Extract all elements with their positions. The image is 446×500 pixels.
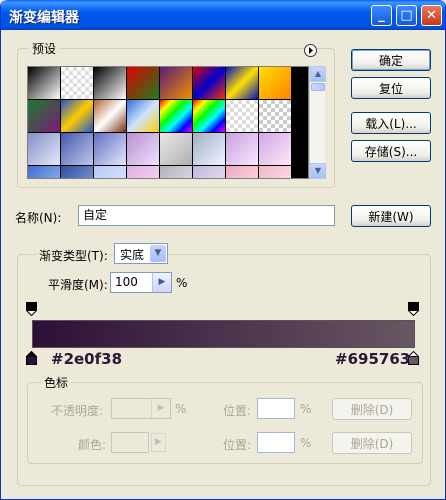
maximize-button[interactable]: □	[396, 5, 417, 26]
preset-swatch[interactable]	[127, 100, 159, 132]
opacity-unit: %	[175, 402, 187, 416]
presets-label: 预设	[29, 40, 60, 57]
preset-swatch[interactable]	[127, 67, 159, 99]
right-triangle-icon: ▶	[157, 403, 165, 413]
preset-swatch[interactable]	[160, 67, 192, 99]
opacity-label: 不透明度:	[51, 404, 104, 418]
save-button[interactable]: 存储(S)...	[351, 140, 431, 162]
close-icon: ✕	[426, 8, 437, 23]
preset-swatch[interactable]	[61, 133, 93, 165]
color-swatch[interactable]	[111, 432, 149, 453]
right-triangle-icon: ▶	[158, 277, 166, 287]
position-input-opacity[interactable]	[257, 398, 295, 419]
position-unit-color: %	[300, 436, 312, 450]
gradient-type-dropdown-button[interactable]: ▼	[150, 245, 166, 262]
preset-swatch[interactable]	[193, 67, 225, 99]
smoothness-unit: %	[176, 276, 188, 290]
gradient-preview-bar[interactable]	[32, 320, 415, 348]
preset-swatch[interactable]	[193, 166, 225, 178]
preset-swatch[interactable]	[226, 166, 258, 178]
color-label: 颜色:	[78, 438, 107, 452]
gradient-type-select[interactable]: 实底 ▼	[114, 243, 168, 264]
color-stop-left[interactable]	[26, 351, 37, 365]
opacity-slider-button[interactable]: ▶	[151, 399, 170, 418]
preset-swatch[interactable]	[127, 133, 159, 165]
position-label-opacity: 位置:	[223, 404, 252, 418]
title-bar[interactable]: 渐变编辑器 _ □ ✕	[1, 0, 445, 30]
chevron-down-icon: ▼	[154, 248, 162, 258]
preset-swatch[interactable]	[61, 166, 93, 178]
preset-swatch[interactable]	[259, 133, 291, 165]
position-unit-opacity: %	[300, 402, 312, 416]
gradient-type-label: 渐变类型(T):	[37, 247, 110, 264]
delete-color-stop-button[interactable]: 删除(D)	[332, 432, 412, 454]
ok-button[interactable]: 确定	[351, 49, 431, 71]
preset-swatch[interactable]	[94, 166, 126, 178]
presets-menu-button[interactable]	[304, 44, 317, 57]
preset-swatch[interactable]	[94, 100, 126, 132]
window-title: 渐变编辑器	[9, 10, 79, 26]
preset-swatch[interactable]	[226, 133, 258, 165]
preset-swatch[interactable]	[28, 133, 60, 165]
preset-swatch[interactable]	[160, 166, 192, 178]
gradient-editor-window: 渐变编辑器 _ □ ✕ 预设 ▲ ▼ 确定 复位 载入(L)... 存储(S).…	[0, 0, 446, 500]
preset-swatch[interactable]	[259, 67, 291, 99]
close-button[interactable]: ✕	[421, 5, 442, 26]
start-color-hex: #2e0f38	[51, 350, 123, 368]
name-input[interactable]: 自定	[78, 205, 335, 226]
preset-swatch[interactable]	[160, 133, 192, 165]
opacity-stop-left[interactable]	[26, 302, 37, 316]
scroll-down-button[interactable]: ▼	[310, 163, 326, 179]
position-label-color: 位置:	[223, 438, 252, 452]
smoothness-slider-button[interactable]: ▶	[152, 273, 171, 292]
preset-swatch[interactable]	[94, 67, 126, 99]
gradient-type-value: 实底	[120, 248, 145, 262]
smoothness-label: 平滑度(M):	[48, 278, 108, 292]
reset-button[interactable]: 复位	[351, 77, 431, 99]
preset-swatch[interactable]	[193, 133, 225, 165]
preset-swatch[interactable]	[160, 100, 192, 132]
name-label: 名称(N):	[15, 211, 62, 225]
stops-label: 色标	[41, 374, 72, 391]
preset-swatch[interactable]	[28, 100, 60, 132]
opacity-stop-right[interactable]	[408, 302, 419, 316]
right-triangle-icon: ▶	[155, 437, 162, 447]
maximize-icon: □	[400, 8, 413, 23]
end-color-hex: #695763	[335, 350, 411, 368]
new-button[interactable]: 新建(W)	[351, 205, 431, 227]
preset-swatch[interactable]	[61, 100, 93, 132]
position-input-color[interactable]	[257, 432, 295, 453]
preset-swatch[interactable]	[259, 166, 291, 178]
preset-swatch-grid	[27, 66, 309, 179]
minimize-button[interactable]: _	[371, 5, 392, 26]
scroll-up-button[interactable]: ▲	[310, 66, 326, 82]
preset-swatch[interactable]	[61, 67, 93, 99]
preset-swatch[interactable]	[127, 166, 159, 178]
preset-swatch[interactable]	[28, 67, 60, 99]
preset-swatch[interactable]	[193, 100, 225, 132]
color-dropdown-button[interactable]: ▶	[151, 433, 166, 452]
load-button[interactable]: 载入(L)...	[351, 112, 431, 134]
preset-swatch[interactable]	[94, 133, 126, 165]
presets-scrollbar[interactable]: ▲ ▼	[309, 66, 326, 179]
scroll-thumb[interactable]	[311, 83, 325, 91]
preset-swatch[interactable]	[259, 100, 291, 132]
delete-opacity-stop-button[interactable]: 删除(D)	[332, 398, 412, 420]
right-arrow-circle-icon	[309, 47, 313, 54]
preset-swatch[interactable]	[226, 67, 258, 99]
minimize-icon: _	[378, 8, 385, 23]
preset-swatch[interactable]	[28, 166, 60, 178]
preset-swatch[interactable]	[226, 100, 258, 132]
